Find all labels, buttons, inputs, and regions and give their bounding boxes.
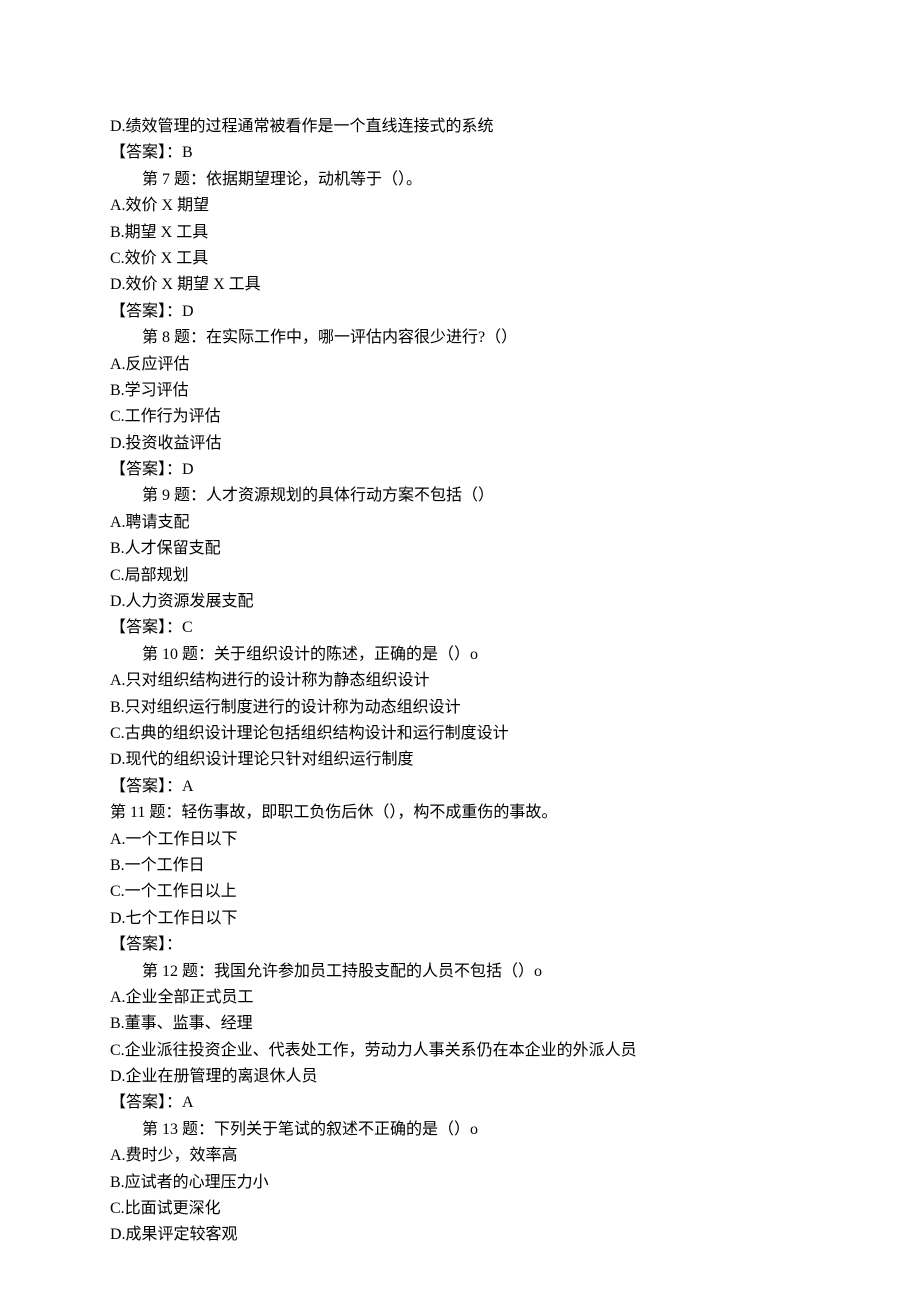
text-line: 第 7 题：依据期望理论，动机等于（）。	[110, 167, 810, 193]
text-line: D.绩效管理的过程通常被看作是一个直线连接式的系统	[110, 114, 810, 140]
text-line: D.企业在册管理的离退休人员	[110, 1064, 810, 1090]
text-line: D.七个工作日以下	[110, 906, 810, 932]
text-line: D.效价 X 期望 X 工具	[110, 272, 810, 298]
text-line: A.效价 X 期望	[110, 193, 810, 219]
text-line: A.只对组织结构进行的设计称为静态组织设计	[110, 668, 810, 694]
text-line: C.局部规划	[110, 563, 810, 589]
document-page: D.绩效管理的过程通常被看作是一个直线连接式的系统【答案】：B第 7 题：依据期…	[0, 0, 920, 1309]
text-line: A.反应评估	[110, 352, 810, 378]
text-line: 第 12 题：我国允许参加员工持股支配的人员不包括（）o	[110, 959, 810, 985]
text-line: 第 10 题：关于组织设计的陈述，正确的是（）o	[110, 642, 810, 668]
text-line: C.效价 X 工具	[110, 246, 810, 272]
text-line: 第 8 题：在实际工作中，哪一评估内容很少进行?（）	[110, 325, 810, 351]
text-line: B.董事、监事、经理	[110, 1011, 810, 1037]
text-line: C.一个工作日以上	[110, 879, 810, 905]
text-line: C.企业派往投资企业、代表处工作，劳动力人事关系仍在本企业的外派人员	[110, 1038, 810, 1064]
text-line: B.一个工作日	[110, 853, 810, 879]
text-line: B.人才保留支配	[110, 536, 810, 562]
text-line: 【答案】：C	[110, 615, 810, 641]
text-line: A.企业全部正式员工	[110, 985, 810, 1011]
text-line: C.比面试更深化	[110, 1196, 810, 1222]
text-line: D.人力资源发展支配	[110, 589, 810, 615]
text-line: 【答案】：	[110, 932, 810, 958]
text-line: A.费时少，效率高	[110, 1143, 810, 1169]
text-line: 【答案】：D	[110, 299, 810, 325]
text-line: 【答案】：A	[110, 774, 810, 800]
text-line: D.现代的组织设计理论只针对组织运行制度	[110, 747, 810, 773]
text-line: 第 13 题：下列关于笔试的叙述不正确的是（）o	[110, 1117, 810, 1143]
text-line: D.成果评定较客观	[110, 1222, 810, 1248]
text-line: C.古典的组织设计理论包括组织结构设计和运行制度设计	[110, 721, 810, 747]
text-line: 【答案】：B	[110, 140, 810, 166]
text-line: A.一个工作日以下	[110, 827, 810, 853]
text-line: B.期望 X 工具	[110, 220, 810, 246]
text-line: 第 11 题：轻伤事故，即职工负伤后休（），构不成重伤的事故。	[110, 800, 810, 826]
text-line: C.工作行为评估	[110, 404, 810, 430]
text-line: B.应试者的心理压力小	[110, 1170, 810, 1196]
text-line: 【答案】：D	[110, 457, 810, 483]
text-line: B.学习评估	[110, 378, 810, 404]
text-line: D.投资收益评估	[110, 431, 810, 457]
text-line: 第 9 题：人才资源规划的具体行动方案不包括（）	[110, 483, 810, 509]
text-line: B.只对组织运行制度进行的设计称为动态组织设计	[110, 695, 810, 721]
text-line: 【答案】：A	[110, 1090, 810, 1116]
text-line: A.聘请支配	[110, 510, 810, 536]
